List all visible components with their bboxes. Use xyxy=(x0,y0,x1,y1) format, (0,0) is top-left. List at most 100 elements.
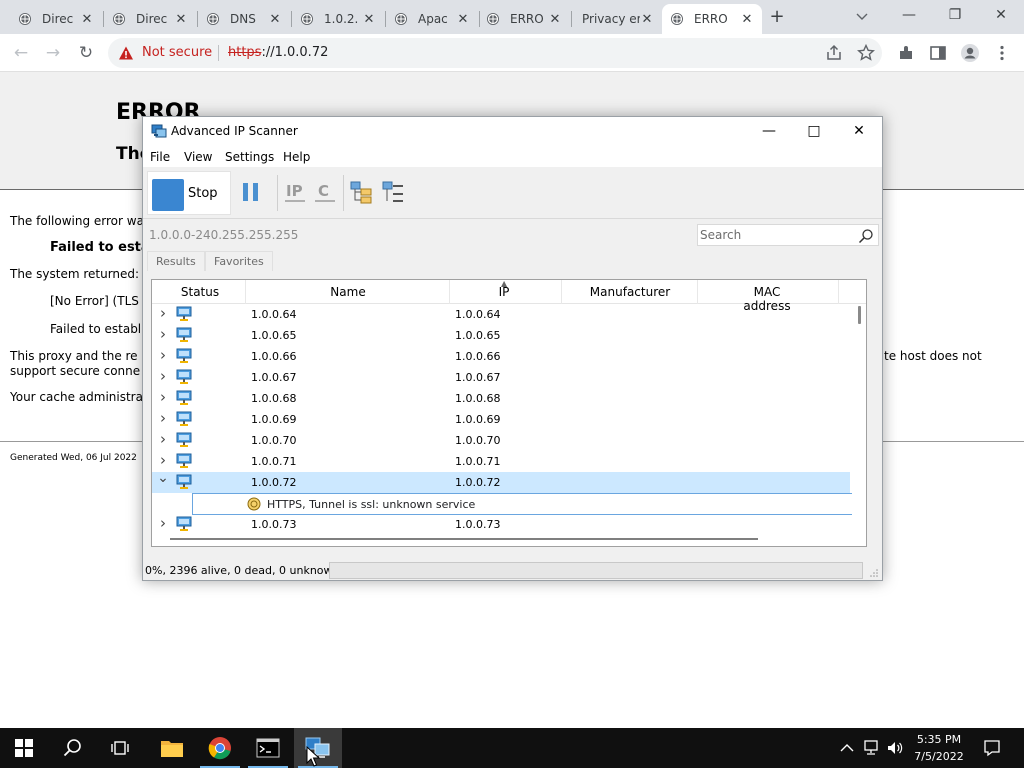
table-row[interactable]: ⌄ 1.0.0.72 1.0.0.72 xyxy=(152,470,850,493)
search-icon[interactable] xyxy=(858,228,874,244)
search-input[interactable] xyxy=(700,226,850,244)
table-row[interactable]: › 1.0.0.66 1.0.0.66 xyxy=(152,346,850,367)
browser-tab[interactable]: Privacy er ✕ xyxy=(570,4,662,34)
start-button[interactable] xyxy=(0,728,48,768)
horizontal-scrollbar[interactable] xyxy=(170,538,758,540)
collapse-all-icon[interactable] xyxy=(381,179,405,205)
taskbar-search-icon xyxy=(63,739,81,757)
tab-close-icon[interactable]: ✕ xyxy=(268,12,282,27)
browser-tab[interactable]: ERRO ✕ xyxy=(662,4,762,34)
vertical-scrollbar[interactable] xyxy=(858,306,861,324)
scanner-close-icon[interactable]: ✕ xyxy=(841,119,877,143)
search-box[interactable] xyxy=(697,224,879,246)
tab-close-icon[interactable]: ✕ xyxy=(548,12,562,27)
table-row[interactable]: › 1.0.0.64 1.0.0.64 xyxy=(152,304,850,325)
taskbar-terminal[interactable] xyxy=(244,728,292,768)
chevron-right-icon[interactable]: › xyxy=(157,388,169,406)
profile-avatar-icon[interactable] xyxy=(960,43,980,63)
taskbar-search-button[interactable] xyxy=(48,728,96,768)
scanner-minimize-icon[interactable]: — xyxy=(751,119,787,143)
chevron-right-icon[interactable]: › xyxy=(157,325,169,343)
tab-close-icon[interactable]: ✕ xyxy=(174,12,188,27)
browser-tab[interactable]: ERRO ✕ xyxy=(478,4,570,34)
clock-time[interactable]: 5:35 PM xyxy=(916,733,962,746)
column-name[interactable]: Name xyxy=(318,285,378,299)
taskbar-file-explorer[interactable] xyxy=(148,728,196,768)
share-icon[interactable] xyxy=(824,43,844,63)
column-ip[interactable]: IP xyxy=(492,285,516,299)
ip-subnet-icon[interactable]: IP xyxy=(283,179,307,205)
reload-icon[interactable]: ↻ xyxy=(73,40,99,66)
warning-icon[interactable] xyxy=(118,45,134,61)
proxy-note-tail: te host does not xyxy=(884,349,982,363)
chevron-right-icon[interactable]: › xyxy=(157,430,169,448)
tray-overflow-icon[interactable] xyxy=(840,743,854,753)
browser-tab[interactable]: 1.0.2. ✕ xyxy=(292,4,384,34)
scanner-maximize-icon[interactable]: □ xyxy=(796,119,832,143)
menu-view[interactable]: View xyxy=(184,150,212,164)
tab-close-icon[interactable]: ✕ xyxy=(640,12,654,27)
back-arrow-icon[interactable]: ← xyxy=(8,40,34,66)
browser-tab[interactable]: Direc ✕ xyxy=(10,4,102,34)
service-detail-text: HTTPS, Tunnel is ssl: unknown service xyxy=(267,498,476,511)
ip-range-input[interactable]: 1.0.0.0-240.255.255.255 xyxy=(149,228,298,242)
table-row[interactable]: › 1.0.0.69 1.0.0.69 xyxy=(152,409,850,430)
class-c-subnet-icon[interactable]: C xyxy=(313,179,337,205)
tab-favorites[interactable]: Favorites xyxy=(205,251,273,271)
close-icon[interactable]: ✕ xyxy=(986,4,1016,26)
service-detail-row[interactable]: HTTPS, Tunnel is ssl: unknown service xyxy=(192,493,852,515)
menu-help[interactable]: Help xyxy=(283,150,310,164)
scanner-titlebar[interactable]: Advanced IP Scanner — □ ✕ xyxy=(143,117,882,145)
tab-results[interactable]: Results xyxy=(147,251,205,271)
row-name: 1.0.0.66 xyxy=(251,350,297,363)
chevron-down-icon[interactable]: ⌄ xyxy=(157,470,169,486)
tab-search-icon[interactable] xyxy=(852,8,872,26)
network-icon[interactable] xyxy=(862,740,880,756)
chevron-right-icon[interactable]: › xyxy=(157,451,169,469)
menu-file[interactable]: File xyxy=(150,150,170,164)
stop-button[interactable]: Stop xyxy=(147,171,231,215)
table-row[interactable]: › 1.0.0.67 1.0.0.67 xyxy=(152,367,850,388)
resize-grip-icon[interactable] xyxy=(869,568,879,578)
table-row[interactable]: › 1.0.0.73 1.0.0.73 xyxy=(152,514,850,535)
side-panel-icon[interactable] xyxy=(928,43,948,63)
notifications-icon[interactable] xyxy=(983,739,1001,757)
address-bar[interactable]: Not secure https://1.0.0.72 xyxy=(108,38,882,68)
kebab-menu-icon[interactable] xyxy=(992,43,1012,63)
expand-all-icon[interactable] xyxy=(349,179,373,205)
column-divider xyxy=(561,280,562,304)
volume-icon[interactable] xyxy=(886,740,904,756)
browser-tab[interactable]: Direc ✕ xyxy=(104,4,196,34)
bookmark-star-icon[interactable] xyxy=(856,43,876,63)
table-row[interactable]: › 1.0.0.65 1.0.0.65 xyxy=(152,325,850,346)
column-manufacturer[interactable]: Manufacturer xyxy=(588,285,672,299)
tab-close-icon[interactable]: ✕ xyxy=(362,12,376,27)
extensions-icon[interactable] xyxy=(896,43,916,63)
table-row[interactable]: › 1.0.0.70 1.0.0.70 xyxy=(152,430,850,451)
column-status[interactable]: Status xyxy=(180,285,220,299)
pause-icon[interactable] xyxy=(241,181,261,203)
chevron-right-icon[interactable]: › xyxy=(157,367,169,385)
new-tab-button[interactable]: + xyxy=(766,6,788,28)
table-row[interactable]: › 1.0.0.71 1.0.0.71 xyxy=(152,451,850,472)
row-name: 1.0.0.73 xyxy=(251,518,297,531)
task-view-button[interactable] xyxy=(96,728,144,768)
chevron-right-icon[interactable]: › xyxy=(157,514,169,532)
restore-icon[interactable]: ❐ xyxy=(940,4,970,26)
tab-close-icon[interactable]: ✕ xyxy=(456,12,470,27)
clock-date[interactable]: 7/5/2022 xyxy=(914,750,964,763)
minimize-icon[interactable]: — xyxy=(894,4,924,26)
taskbar-chrome[interactable] xyxy=(196,728,244,768)
tab-close-icon[interactable]: ✕ xyxy=(740,12,754,27)
chevron-right-icon[interactable]: › xyxy=(157,346,169,364)
forward-arrow-icon[interactable]: → xyxy=(40,40,66,66)
chevron-right-icon[interactable]: › xyxy=(157,409,169,427)
not-secure-label[interactable]: Not secure xyxy=(142,45,212,60)
menu-settings[interactable]: Settings xyxy=(225,150,274,164)
browser-tab[interactable]: Apac ✕ xyxy=(386,4,478,34)
browser-tab[interactable]: DNS ✕ xyxy=(198,4,290,34)
table-row[interactable]: › 1.0.0.68 1.0.0.68 xyxy=(152,388,850,409)
tab-close-icon[interactable]: ✕ xyxy=(80,12,94,27)
chevron-right-icon[interactable]: › xyxy=(157,304,169,322)
url-text[interactable]: https://1.0.0.72 xyxy=(228,45,328,60)
